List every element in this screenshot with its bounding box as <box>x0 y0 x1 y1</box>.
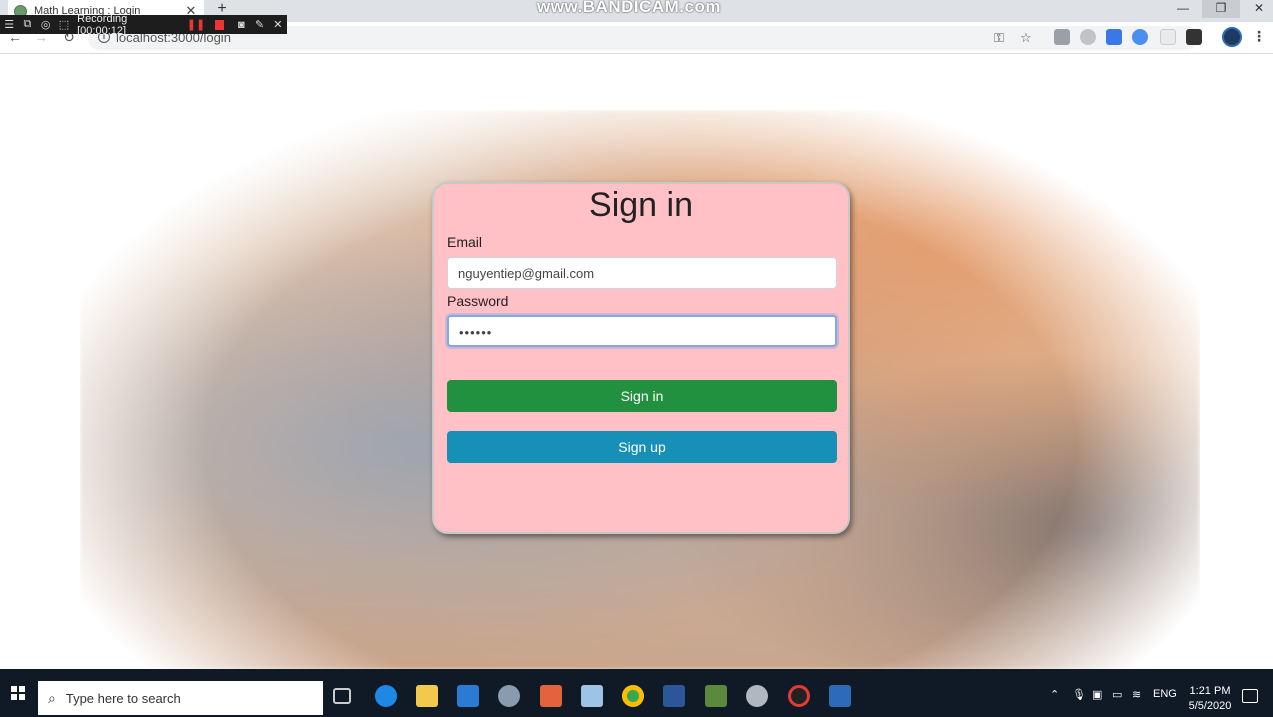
translate-extension-icon[interactable] <box>1106 29 1122 45</box>
extension-icon[interactable] <box>1054 29 1070 45</box>
clock-time: 1:21 PM <box>1189 685 1231 697</box>
search-icon: ⌕ <box>48 689 56 706</box>
recording-toolbar: ☰ ⧉ ◎ ⬚ Recording [00:00:12] ❚❚ ◙ ✎ ✕ <box>0 12 287 37</box>
target-icon[interactable]: ◎ <box>37 18 55 31</box>
kebab-menu-icon[interactable]: ⋮ <box>1252 28 1266 45</box>
edge-icon[interactable] <box>375 685 397 707</box>
signin-button[interactable]: Sign in <box>447 380 837 412</box>
window-mode-icon[interactable]: ⧉ <box>18 18 36 31</box>
app-icon[interactable] <box>581 685 603 707</box>
page-content: Sign in Email nguyentiep@gmail.com Passw… <box>0 55 1273 669</box>
battery-icon[interactable]: ▭ <box>1112 688 1122 701</box>
start-button[interactable] <box>0 669 36 717</box>
chevron-up-icon[interactable]: ⌃ <box>1050 688 1059 701</box>
stop-icon[interactable] <box>214 19 225 30</box>
key-icon[interactable]: ⚿ <box>994 30 1004 46</box>
vscode-icon[interactable] <box>457 685 479 707</box>
password-label: Password <box>447 293 509 309</box>
recording-timer: Recording [00:00:12] <box>77 12 128 37</box>
region-icon[interactable]: ⬚ <box>55 18 73 31</box>
taskbar-clock[interactable]: 1:21 PM 5/5/2020 <box>1180 684 1240 714</box>
clock-date: 5/5/2020 <box>1188 700 1232 712</box>
bandicam-watermark: www.BANDICAM.com <box>537 0 721 16</box>
page-title: Sign in <box>589 186 693 224</box>
windows-taskbar: ⌕ Type here to search ⌃ 🎙 ▣ ▭ ≋ ENG 1:21… <box>0 669 1273 717</box>
language-indicator[interactable]: ENG <box>1153 688 1177 700</box>
menu-icon[interactable]: ☰ <box>0 18 18 31</box>
windows-logo-icon <box>11 686 25 700</box>
restore-button[interactable]: ❐ <box>1202 0 1240 18</box>
app-icon[interactable] <box>746 685 768 707</box>
pencil-icon[interactable]: ✎ <box>250 18 268 31</box>
bookmark-star-icon[interactable]: ☆ <box>1020 30 1032 46</box>
app-icon[interactable] <box>498 685 520 707</box>
chrome-icon[interactable] <box>622 685 644 707</box>
extension-icon[interactable] <box>1186 29 1202 45</box>
selenium-icon[interactable] <box>829 685 851 707</box>
profile-avatar[interactable] <box>1222 27 1242 47</box>
taskbar-search[interactable]: ⌕ Type here to search <box>38 681 323 715</box>
camera-icon[interactable]: ◙ <box>232 19 250 31</box>
login-card: Sign in Email nguyentiep@gmail.com Passw… <box>432 182 850 534</box>
notification-icon[interactable] <box>1242 689 1258 703</box>
email-field[interactable]: nguyentiep@gmail.com <box>447 257 837 289</box>
search-placeholder: Type here to search <box>65 690 181 706</box>
email-label: Email <box>447 234 483 250</box>
word-icon[interactable] <box>663 685 685 707</box>
close-icon[interactable]: ✕ <box>269 18 287 31</box>
microphone-icon[interactable]: 🎙 <box>1072 688 1086 701</box>
pause-icon[interactable]: ❚❚ <box>185 18 206 31</box>
tray-app-icon[interactable]: ▣ <box>1092 688 1102 701</box>
close-window-button[interactable]: ✕ <box>1240 0 1273 18</box>
app-icon[interactable] <box>705 685 727 707</box>
password-field[interactable]: •••••• <box>447 315 837 347</box>
bandicam-icon[interactable] <box>788 685 810 707</box>
minimize-button[interactable]: — <box>1164 0 1202 18</box>
signup-button[interactable]: Sign up <box>447 431 837 463</box>
extension-icon[interactable] <box>1160 29 1176 45</box>
task-view-icon[interactable] <box>333 688 351 704</box>
wifi-icon[interactable]: ≋ <box>1132 688 1141 701</box>
app-icon[interactable] <box>540 685 562 707</box>
file-explorer-icon[interactable] <box>416 685 438 707</box>
extension-icon[interactable] <box>1080 29 1096 45</box>
extension-icon[interactable] <box>1132 29 1148 45</box>
